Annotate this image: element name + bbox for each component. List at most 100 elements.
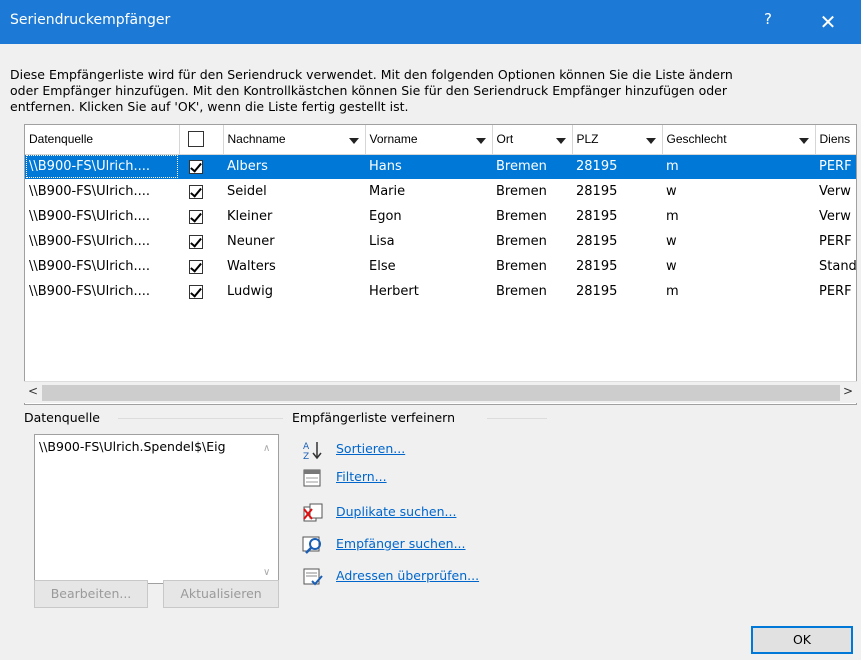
- table-cell: w: [666, 259, 677, 274]
- close-button[interactable]: ✕: [813, 8, 843, 36]
- table-cell: Ludwig: [227, 284, 274, 299]
- row-checkbox-cell: [179, 254, 223, 279]
- row-checkbox[interactable]: [189, 284, 203, 299]
- table-cell: \\B900-FS\Ulrich....: [29, 184, 151, 199]
- row-checkbox-cell: [179, 154, 223, 179]
- column-header-dienst[interactable]: Diens: [815, 125, 856, 155]
- column-header-ort[interactable]: Ort: [492, 125, 573, 155]
- svg-text:Z: Z: [303, 452, 309, 460]
- recipient-table[interactable]: Datenquelle Nachname Vorname Ort PLZ Ges…: [24, 124, 857, 405]
- column-header-plz[interactable]: PLZ: [572, 125, 663, 155]
- column-header-checkbox[interactable]: [179, 125, 224, 155]
- refresh-button[interactable]: Aktualisieren: [163, 580, 279, 608]
- table-cell: Albers: [223, 154, 365, 179]
- dialog-window: Seriendruckempfänger ? ✕ Diese Empfänger…: [0, 0, 861, 660]
- filter-link[interactable]: Filtern...: [336, 469, 387, 484]
- column-header-vorname[interactable]: Vorname: [365, 125, 493, 155]
- duplicates-link[interactable]: Duplikate suchen...: [336, 504, 456, 519]
- instructions-text: Diese Empfängerliste wird für den Serien…: [10, 67, 733, 114]
- table-cell: Bremen: [492, 154, 572, 179]
- column-header-nachname[interactable]: Nachname: [223, 125, 366, 155]
- table-cell: Bremen: [496, 234, 547, 249]
- row-checkbox-cell: [179, 279, 223, 304]
- vertical-scrollbar[interactable]: ∧ ∨: [258, 435, 278, 583]
- table-cell: Walters: [227, 259, 276, 274]
- scrollbar-thumb[interactable]: [42, 385, 840, 401]
- row-checkbox[interactable]: [189, 259, 203, 274]
- refine-group-label: Empfängerliste verfeinern: [292, 410, 456, 425]
- row-checkbox[interactable]: [189, 234, 203, 249]
- column-header-datenquelle[interactable]: Datenquelle: [25, 125, 180, 155]
- table-cell: Herbert: [369, 284, 419, 299]
- horizontal-scrollbar[interactable]: < >: [24, 381, 857, 403]
- table-cell: PERF: [819, 234, 852, 249]
- datasource-item[interactable]: \\B900-FS\Ulrich.Spendel$\Eig: [39, 439, 257, 454]
- table-cell: Lisa: [369, 234, 395, 249]
- table-cell: Neuner: [227, 234, 275, 249]
- table-cell: Hans: [365, 154, 492, 179]
- row-checkbox-cell: [179, 179, 223, 204]
- table-cell: Marie: [369, 184, 406, 199]
- chevron-down-icon[interactable]: [475, 138, 486, 144]
- table-cell: 28195: [576, 234, 618, 249]
- row-checkbox[interactable]: [189, 184, 203, 199]
- table-cell: Else: [369, 259, 396, 274]
- table-cell: 28195: [576, 209, 618, 224]
- scroll-down-icon[interactable]: ∨: [263, 567, 270, 578]
- divider: [487, 418, 547, 419]
- table-header-row: Datenquelle Nachname Vorname Ort PLZ Ges…: [25, 125, 856, 155]
- datasource-group-label: Datenquelle: [24, 410, 100, 425]
- table-cell: \\B900-FS\Ulrich....: [25, 154, 179, 179]
- datasource-list[interactable]: \\B900-FS\Ulrich.Spendel$\Eig ∧ ∨: [34, 434, 279, 584]
- table-cell: Kleiner: [227, 209, 273, 224]
- table-row[interactable]: \\B900-FS\Ulrich.... Albers Hans Bremen 2819…: [25, 154, 856, 179]
- chevron-down-icon[interactable]: [555, 138, 566, 144]
- table-row[interactable]: \\B900-FS\Ulrich.... Kleiner Egon Bremen 281…: [25, 204, 856, 229]
- chevron-down-icon[interactable]: [798, 138, 809, 144]
- row-checkbox[interactable]: [189, 209, 203, 224]
- help-button[interactable]: ?: [756, 10, 780, 28]
- scroll-up-icon[interactable]: ∧: [263, 443, 270, 454]
- table-cell: PERF: [819, 284, 852, 299]
- sort-az-icon: A Z: [303, 442, 322, 460]
- table-cell: \\B900-FS\Ulrich....: [29, 234, 151, 249]
- sort-link[interactable]: Sortieren...: [336, 441, 405, 456]
- row-checkbox-cell: [179, 204, 223, 229]
- table-cell: 28195: [576, 184, 618, 199]
- table-row[interactable]: \\B900-FS\Ulrich.... Ludwig Herbert Bremen 2…: [25, 279, 856, 304]
- duplicates-icon: [303, 503, 323, 522]
- select-all-checkbox[interactable]: [187, 131, 204, 148]
- table-cell: \\B900-FS\Ulrich....: [29, 259, 151, 274]
- dialog-title: Seriendruckempfänger: [10, 12, 171, 28]
- ok-button[interactable]: OK: [751, 626, 853, 654]
- find-recipient-link[interactable]: Empfänger suchen...: [336, 536, 466, 551]
- table-cell: PERF: [815, 154, 856, 179]
- table-cell: 28195: [576, 259, 618, 274]
- table-cell: Bremen: [496, 209, 547, 224]
- filter-icon: [303, 469, 321, 487]
- validate-addresses-link[interactable]: Adressen überprüfen...: [336, 568, 479, 583]
- table-cell: Egon: [369, 209, 402, 224]
- table-row[interactable]: \\B900-FS\Ulrich.... Seidel Marie Bremen 281…: [25, 179, 856, 204]
- table-cell: \\B900-FS\Ulrich....: [29, 209, 151, 224]
- scroll-right-icon[interactable]: >: [843, 384, 853, 398]
- chevron-down-icon[interactable]: [645, 138, 656, 144]
- table-cell: Seidel: [227, 184, 267, 199]
- svg-text:A: A: [303, 442, 310, 452]
- table-cell: m: [662, 154, 815, 179]
- table-cell: Bremen: [496, 184, 547, 199]
- table-row[interactable]: \\B900-FS\Ulrich.... Neuner Lisa Bremen 2819…: [25, 229, 856, 254]
- edit-button[interactable]: Bearbeiten...: [34, 580, 148, 608]
- find-recipient-icon: [302, 536, 321, 554]
- column-header-geschlecht[interactable]: Geschlecht: [662, 125, 816, 155]
- chevron-down-icon[interactable]: [348, 138, 359, 144]
- table-cell: \\B900-FS\Ulrich....: [29, 284, 151, 299]
- table-cell: 28195: [576, 284, 618, 299]
- table-row[interactable]: \\B900-FS\Ulrich.... Walters Else Bremen 281…: [25, 254, 856, 279]
- row-checkbox[interactable]: [189, 159, 203, 174]
- table-cell: m: [666, 284, 679, 299]
- title-bar: Seriendruckempfänger ? ✕: [0, 0, 861, 44]
- scroll-left-icon[interactable]: <: [28, 384, 38, 398]
- table-cell: w: [666, 184, 677, 199]
- divider: [118, 418, 283, 419]
